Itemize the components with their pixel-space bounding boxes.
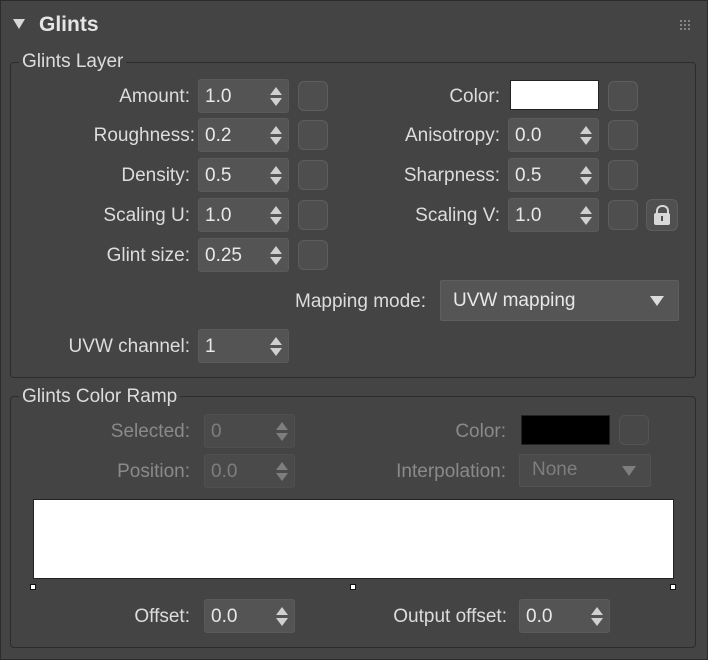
color-swatch[interactable] [510, 80, 599, 110]
color-label: Color: [449, 86, 500, 107]
offset-value[interactable]: 0.0 [211, 606, 237, 628]
spinner-arrows-icon[interactable] [270, 166, 282, 186]
scaling-v-label: Scaling V: [415, 205, 500, 226]
spinner-arrows-icon[interactable] [270, 246, 282, 266]
spinner-arrows-icon[interactable] [591, 607, 603, 627]
spinner-arrows-icon[interactable] [580, 166, 592, 186]
roughness-value[interactable]: 0.2 [205, 125, 231, 147]
spinner-arrows-icon[interactable] [580, 206, 592, 226]
amount-map-button[interactable] [298, 81, 328, 111]
glints-rollout: Glints Glints Layer Amount: 1.0 Roughnes… [0, 0, 708, 660]
glint-size-value[interactable]: 0.25 [205, 245, 242, 267]
mapping-mode-dropdown[interactable]: UVW mapping [440, 280, 679, 321]
spinner-arrows-icon[interactable] [580, 126, 592, 146]
spinner-arrows-icon[interactable] [270, 337, 282, 357]
anisotropy-label: Anisotropy: [404, 125, 500, 146]
position-value[interactable]: 0.0 [211, 461, 237, 483]
amount-value[interactable]: 1.0 [205, 86, 231, 108]
glint-size-spinner[interactable]: 0.25 [198, 238, 289, 272]
amount-spinner[interactable]: 1.0 [198, 79, 289, 113]
density-map-button[interactable] [298, 160, 328, 190]
selected-label: Selected: [110, 421, 190, 442]
mapping-mode-value: UVW mapping [453, 290, 576, 311]
density-value[interactable]: 0.5 [205, 165, 231, 187]
scaling-u-value[interactable]: 1.0 [205, 205, 231, 227]
anisotropy-value[interactable]: 0.0 [515, 125, 541, 147]
ramp-flag-middle[interactable] [350, 584, 356, 590]
roughness-spinner[interactable]: 0.2 [198, 118, 289, 152]
glint-size-map-button[interactable] [298, 240, 328, 270]
selected-value[interactable]: 0 [211, 421, 222, 443]
scaling-v-spinner[interactable]: 1.0 [508, 198, 599, 232]
uvw-channel-label: UVW channel: [68, 336, 190, 357]
selected-spinner[interactable]: 0 [204, 414, 295, 448]
chevron-down-icon [622, 466, 636, 476]
amount-label: Amount: [119, 86, 190, 107]
scaling-u-label: Scaling U: [103, 205, 190, 226]
spinner-arrows-icon[interactable] [276, 462, 288, 482]
scaling-v-value[interactable]: 1.0 [515, 205, 541, 227]
sharpness-map-button[interactable] [608, 160, 638, 190]
ramp-color-label: Color: [455, 421, 506, 442]
color-ramp-bar[interactable] [33, 499, 674, 579]
scaling-v-map-button[interactable] [608, 200, 638, 230]
lock-button[interactable] [646, 199, 678, 231]
anisotropy-spinner[interactable]: 0.0 [508, 118, 599, 152]
ramp-flag-right[interactable] [670, 584, 676, 590]
interpolation-value: None [532, 459, 578, 480]
spinner-arrows-icon[interactable] [276, 422, 288, 442]
anisotropy-map-button[interactable] [608, 120, 638, 150]
ramp-color-map-button[interactable] [619, 415, 649, 445]
glints-layer-title: Glints Layer [19, 51, 127, 73]
sharpness-spinner[interactable]: 0.5 [508, 158, 599, 192]
grip-dots-icon[interactable] [679, 19, 691, 31]
interpolation-dropdown[interactable]: None [519, 454, 651, 487]
sharpness-label: Sharpness: [403, 165, 500, 186]
output-offset-label: Output offset: [393, 606, 507, 627]
rollout-header[interactable]: Glints [1, 1, 707, 47]
spinner-arrows-icon[interactable] [270, 206, 282, 226]
spinner-arrows-icon[interactable] [270, 126, 282, 146]
ramp-color-swatch[interactable] [521, 415, 610, 445]
roughness-map-button[interactable] [298, 120, 328, 150]
color-ramp-title: Glints Color Ramp [19, 386, 181, 408]
output-offset-value[interactable]: 0.0 [526, 606, 552, 628]
collapse-triangle-icon[interactable] [13, 19, 25, 29]
interpolation-label: Interpolation: [396, 461, 506, 482]
offset-spinner[interactable]: 0.0 [204, 599, 295, 633]
offset-label: Offset: [134, 606, 190, 627]
sharpness-value[interactable]: 0.5 [515, 165, 541, 187]
rollout-title: Glints [39, 13, 99, 36]
scaling-u-map-button[interactable] [298, 200, 328, 230]
output-offset-spinner[interactable]: 0.0 [519, 599, 610, 633]
color-map-button[interactable] [608, 81, 638, 111]
scaling-u-spinner[interactable]: 1.0 [198, 198, 289, 232]
spinner-arrows-icon[interactable] [276, 607, 288, 627]
glint-size-label: Glint size: [106, 245, 190, 266]
density-spinner[interactable]: 0.5 [198, 158, 289, 192]
position-label: Position: [117, 461, 190, 482]
chevron-down-icon [650, 296, 664, 306]
spinner-arrows-icon[interactable] [270, 87, 282, 107]
density-label: Density: [121, 165, 190, 186]
position-spinner[interactable]: 0.0 [204, 454, 295, 488]
ramp-flag-left[interactable] [30, 584, 36, 590]
mapping-mode-label: Mapping mode: [295, 291, 426, 312]
uvw-channel-spinner[interactable]: 1 [198, 329, 289, 363]
uvw-channel-value[interactable]: 1 [205, 336, 216, 358]
roughness-label: Roughness: [93, 125, 195, 146]
